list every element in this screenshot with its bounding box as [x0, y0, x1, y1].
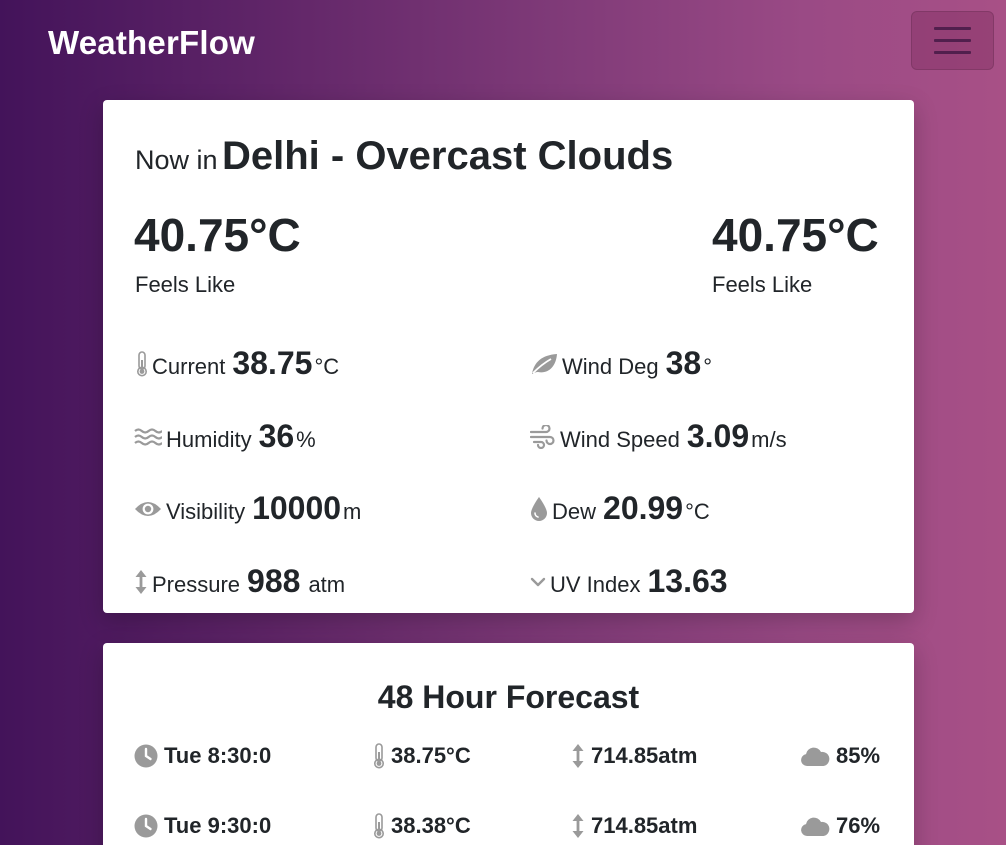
thermometer-icon: [373, 813, 385, 839]
feels-like-temp-right: 40.75°C: [712, 209, 879, 261]
stat-value: 3.09: [686, 418, 750, 454]
forecast-temp: 38.38°C: [373, 813, 471, 839]
droplet-icon: [530, 496, 548, 522]
stat-label: UV Index: [550, 572, 641, 597]
forecast-pressure-text: 714.85atm: [591, 743, 698, 768]
stat-label: Pressure: [152, 572, 241, 597]
stat-unit: °C: [314, 354, 340, 379]
now-heading: Now in Delhi - Overcast Clouds: [135, 134, 673, 179]
feels-like-label-left: Feels Like: [135, 272, 236, 297]
cloud-icon: [800, 745, 830, 767]
feels-like-label-right: Feels Like: [712, 272, 813, 297]
stat-value: 38: [665, 345, 702, 381]
current-weather-card: Now in Delhi - Overcast Clouds 40.75°C F…: [103, 100, 914, 613]
forecast-time-text: Tue 9:30:0: [164, 813, 272, 838]
chevron-down-icon: [530, 576, 546, 588]
forecast-clouds: 85%: [800, 743, 880, 769]
water-waves-icon: [134, 427, 162, 447]
thermometer-icon: [136, 350, 148, 377]
stat-value: 36: [258, 418, 295, 454]
forecast-time: Tue 8:30:0: [134, 743, 271, 769]
stat-humidity: Humidity 36 %: [134, 418, 316, 455]
stat-visibility: Visibility 10000 m: [134, 490, 361, 527]
forecast-clouds-text: 85%: [836, 743, 881, 768]
arrows-vertical-icon: [571, 813, 585, 839]
clock-icon: [134, 744, 158, 768]
forecast-time-text: Tue 8:30:0: [164, 743, 272, 768]
stat-pressure: Pressure 988 atm: [134, 563, 345, 600]
stat-label: Dew: [552, 499, 597, 524]
stat-wind-deg: Wind Deg 38 °: [530, 345, 712, 382]
forecast-pressure: 714.85atm: [571, 813, 697, 839]
stat-unit: °: [703, 354, 712, 379]
now-prefix: Now in: [135, 145, 218, 175]
stat-label: Wind Speed: [560, 427, 680, 452]
menu-toggle-button[interactable]: [911, 11, 994, 70]
forecast-pressure-text: 714.85atm: [591, 813, 698, 838]
stat-dew: Dew 20.99 °C: [530, 490, 710, 527]
stat-value: 13.63: [647, 563, 728, 599]
stat-uv-index: UV Index 13.63: [530, 563, 730, 600]
city-condition: Delhi - Overcast Clouds: [221, 134, 674, 178]
stat-value: 988: [247, 563, 301, 599]
eye-icon: [134, 499, 162, 519]
stat-value: 20.99: [603, 490, 684, 526]
cloud-icon: [800, 815, 830, 837]
arrows-vertical-icon: [134, 569, 148, 595]
hamburger-icon: [934, 27, 971, 30]
stat-label: Wind Deg: [562, 354, 659, 379]
forecast-card: 48 Hour Forecast Tue 8:30:0 38.75°C 714.…: [103, 643, 914, 845]
stat-label: Visibility: [166, 499, 246, 524]
thermometer-icon: [373, 743, 385, 769]
leaf-icon: [530, 352, 558, 376]
stat-unit: atm: [308, 572, 346, 597]
forecast-temp-text: 38.38°C: [391, 813, 471, 838]
forecast-clouds-text: 76%: [836, 813, 881, 838]
navbar: WeatherFlow: [0, 0, 1006, 84]
stat-label: Humidity: [166, 427, 252, 452]
forecast-pressure: 714.85atm: [571, 743, 697, 769]
wind-icon: [530, 424, 556, 449]
stat-unit: %: [296, 427, 316, 452]
forecast-temp: 38.75°C: [373, 743, 471, 769]
stat-wind-speed: Wind Speed 3.09 m/s: [530, 418, 787, 455]
stat-unit: m/s: [751, 427, 787, 452]
arrows-vertical-icon: [571, 743, 585, 769]
brand-logo[interactable]: WeatherFlow: [48, 24, 255, 62]
stat-value: 10000: [252, 490, 342, 526]
feels-like-temp-left: 40.75°C: [134, 209, 301, 261]
stat-label: Current: [152, 354, 226, 379]
clock-icon: [134, 814, 158, 838]
stat-unit: m: [343, 499, 362, 524]
stat-value: 38.75: [232, 345, 313, 381]
forecast-temp-text: 38.75°C: [391, 743, 471, 768]
stat-unit: °C: [685, 499, 710, 524]
stat-current: Current 38.75 °C: [136, 345, 339, 382]
forecast-time: Tue 9:30:0: [134, 813, 271, 839]
forecast-title: 48 Hour Forecast: [377, 679, 640, 715]
forecast-clouds: 76%: [800, 813, 880, 839]
